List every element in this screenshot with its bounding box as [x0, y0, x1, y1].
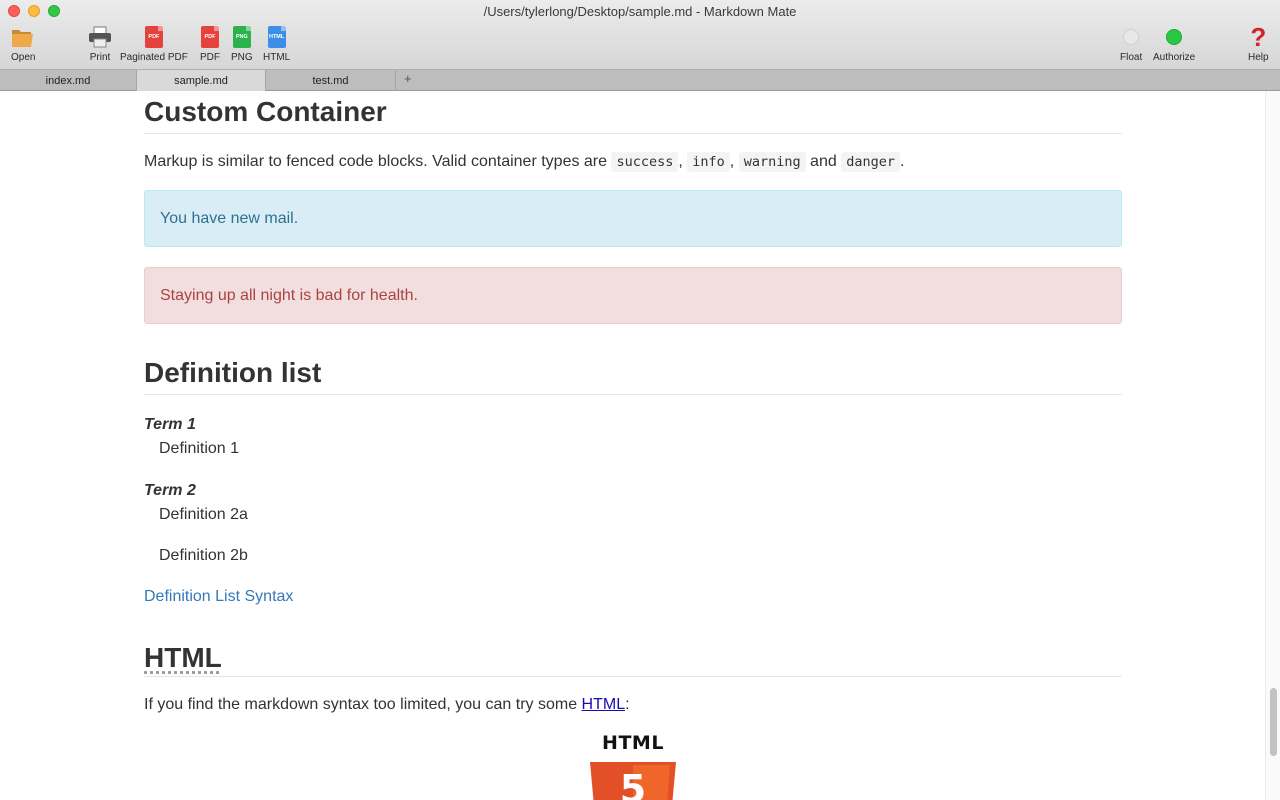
authorize-status-icon	[1166, 29, 1183, 45]
paginated-pdf-button[interactable]: PDF Paginated PDF	[120, 24, 188, 63]
html-link[interactable]: HTML	[582, 696, 626, 713]
png-button[interactable]: PNG PNG	[231, 24, 253, 63]
definition-list-syntax-link[interactable]: Definition List Syntax	[144, 588, 293, 605]
help-button[interactable]: ? Help	[1248, 24, 1269, 63]
open-button[interactable]: Open	[11, 24, 35, 63]
html-file-icon: HTML	[267, 26, 286, 48]
html-button[interactable]: HTML HTML	[263, 24, 290, 63]
heading-html: HTML	[144, 633, 1122, 677]
container-intro-paragraph: Markup is similar to fenced code blocks.…	[144, 152, 905, 172]
title-bar: /Users/tylerlong/Desktop/sample.md - Mar…	[0, 0, 1280, 70]
pdf-file-icon: PDF	[144, 26, 163, 48]
add-tab-button[interactable]: +	[404, 71, 412, 86]
float-button[interactable]: Float	[1120, 24, 1142, 63]
tab-index-md[interactable]: index.md	[0, 70, 137, 91]
definition-description: Definition 2b	[159, 547, 248, 564]
code-success: success	[611, 152, 679, 172]
pdf-button[interactable]: PDF PDF	[200, 24, 220, 63]
heading-definition-list: Definition list	[144, 350, 1122, 395]
definition-term: Term 2	[144, 482, 196, 499]
tab-test-md[interactable]: test.md	[266, 70, 396, 91]
html5-logo: HTML 5	[590, 729, 680, 800]
scrollbar-thumb[interactable]	[1270, 688, 1277, 756]
float-status-icon	[1123, 29, 1140, 45]
markdown-preview: Custom Container Markup is similar to fe…	[144, 91, 1122, 800]
danger-alert: Staying up all night is bad for health.	[144, 267, 1122, 324]
html5-shield-icon: 5	[590, 761, 676, 800]
html-paragraph: If you find the markdown syntax too limi…	[144, 696, 630, 713]
tab-bar: index.md sample.md test.md +	[0, 70, 1280, 91]
heading-custom-container: Custom Container	[144, 91, 1122, 134]
print-button[interactable]: Print	[88, 24, 112, 63]
svg-text:5: 5	[620, 767, 646, 800]
code-info: info	[687, 152, 730, 172]
authorize-button[interactable]: Authorize	[1153, 24, 1195, 63]
window-title: /Users/tylerlong/Desktop/sample.md - Mar…	[483, 4, 797, 19]
folder-icon	[11, 24, 35, 50]
tab-sample-md[interactable]: sample.md	[136, 70, 266, 91]
code-danger: danger	[841, 152, 900, 172]
definition-list: Term 1 Definition 1 Term 2 Definition 2a…	[144, 413, 1122, 568]
png-file-icon: PNG	[232, 26, 251, 48]
pdf-file-icon: PDF	[201, 26, 219, 48]
definition-description: Definition 2a	[159, 506, 248, 523]
info-alert: You have new mail.	[144, 190, 1122, 247]
code-warning: warning	[738, 152, 806, 172]
definition-description: Definition 1	[159, 440, 240, 457]
printer-icon	[88, 24, 112, 50]
help-icon: ?	[1250, 22, 1267, 52]
definition-term: Term 1	[144, 416, 196, 433]
